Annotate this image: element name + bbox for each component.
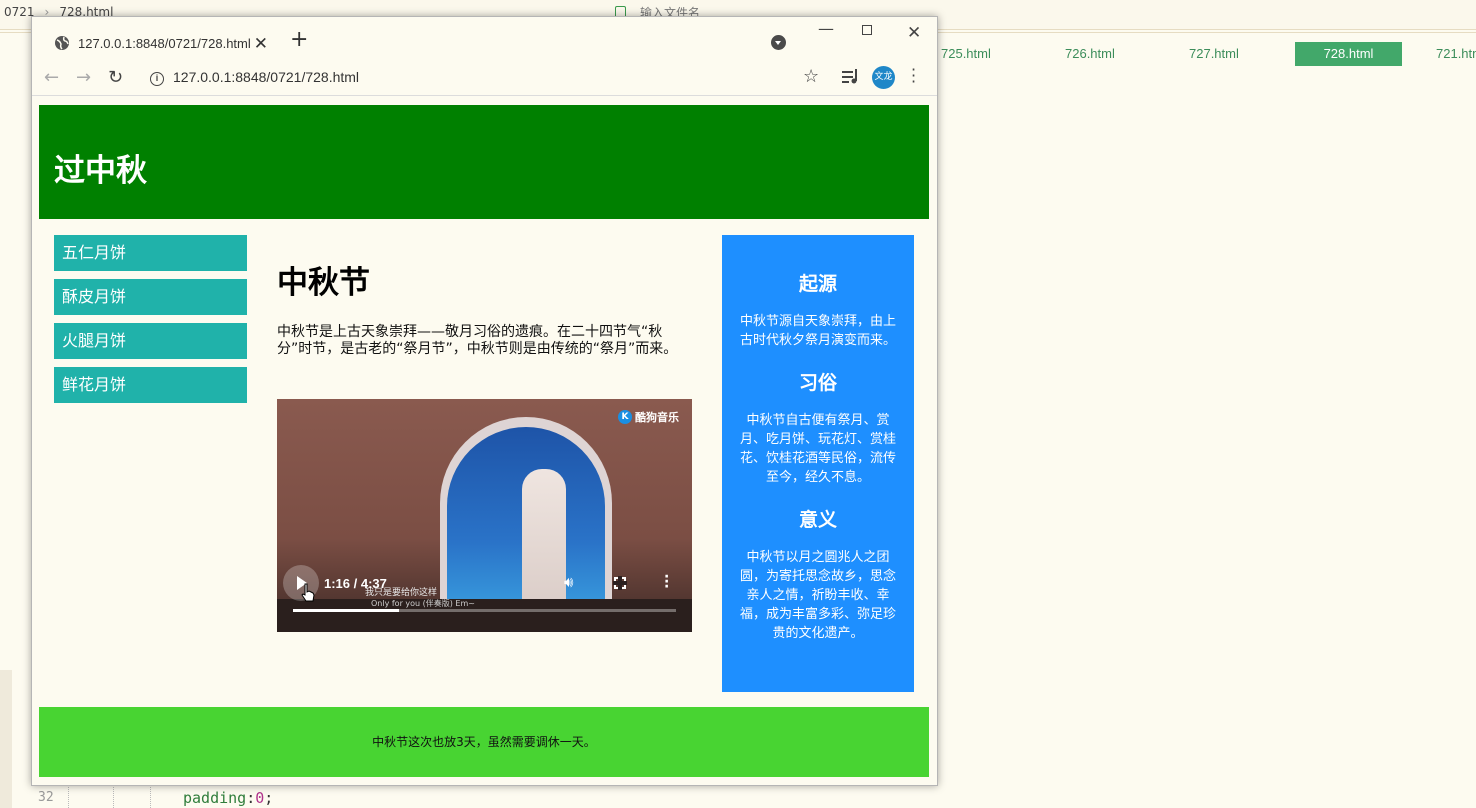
article-text: 中秋节是上古天象崇拜——敬月习俗的遗痕。在二十四节气“秋分”时节，是古老的“祭月… bbox=[277, 324, 678, 357]
code-semicolon: ; bbox=[264, 789, 274, 807]
video-progress-bar[interactable] bbox=[293, 609, 676, 612]
nav-item-supi[interactable]: 酥皮月饼 bbox=[54, 279, 247, 315]
aside-text-meaning: 中秋节以月之圆兆人之团圆，为寄托思念故乡，思念亲人之情，祈盼丰收、幸福，成为丰富… bbox=[739, 550, 896, 641]
aside-text-custom: 中秋节自古便有祭月、赏月、吃月饼、玩花灯、赏桂花、饮桂花酒等民俗，流传至今，经久… bbox=[739, 413, 896, 485]
ide-tab-725[interactable]: 725.html bbox=[941, 46, 991, 61]
tab-title: 127.0.0.1:8848/0721/728.html bbox=[78, 35, 251, 51]
aside-panel: 起源 中秋节源自天象崇拜，由上古时代秋夕祭月演变而来。 习俗 中秋节自古便有祭月… bbox=[722, 235, 914, 692]
reload-icon[interactable]: ↻ bbox=[108, 67, 123, 88]
kebab-menu-icon[interactable]: · · · bbox=[911, 62, 916, 90]
video-logo-text: 酷狗音乐 bbox=[635, 411, 679, 424]
window-close-icon[interactable]: ✕ bbox=[907, 23, 921, 43]
code-property: padding bbox=[183, 789, 247, 807]
info-icon[interactable]: i bbox=[150, 72, 164, 86]
nav-item-wuren[interactable]: 五仁月饼 bbox=[54, 235, 247, 271]
star-icon[interactable]: ☆ bbox=[803, 66, 819, 87]
ide-tab-727[interactable]: 727.html bbox=[1189, 46, 1239, 61]
fullscreen-icon[interactable] bbox=[613, 576, 627, 590]
address-bar[interactable]: 127.0.0.1:8848/0721/728.html bbox=[173, 69, 359, 85]
media-icon[interactable] bbox=[842, 69, 860, 85]
article-title: 中秋节 bbox=[277, 265, 370, 301]
video-progress-fill bbox=[293, 609, 399, 612]
browser-titlebar: 127.0.0.1:8848/0721/728.html ✕ + — ✕ bbox=[32, 17, 937, 61]
ide-breadcrumb-folder[interactable]: 0721 bbox=[4, 5, 35, 19]
kugou-logo-icon: K bbox=[618, 410, 632, 424]
line-number: 32 bbox=[38, 790, 54, 805]
page-title: 过中秋 bbox=[54, 153, 147, 189]
back-icon[interactable]: ← bbox=[44, 67, 59, 88]
aside-heading-origin: 起源 bbox=[798, 273, 837, 295]
video-logo: K 酷狗音乐 bbox=[618, 409, 679, 425]
video-time: 1:16 / 4:37 bbox=[324, 576, 387, 591]
globe-icon bbox=[55, 36, 69, 50]
maximize-icon[interactable] bbox=[862, 25, 872, 35]
browser-window: 127.0.0.1:8848/0721/728.html ✕ + — ✕ ← →… bbox=[31, 16, 938, 786]
ide-tab-728-active[interactable]: 728.html bbox=[1295, 42, 1402, 66]
video-singer bbox=[522, 469, 566, 619]
avatar[interactable]: 文龙 bbox=[872, 66, 895, 89]
code-value: 0 bbox=[255, 789, 265, 807]
volume-icon[interactable]: 🔊︎ bbox=[564, 573, 573, 591]
video-player[interactable]: K 酷狗音乐 我只是要给你这样 Only for you (伴奏版) Em~ 1… bbox=[277, 399, 692, 632]
close-icon[interactable]: ✕ bbox=[254, 34, 268, 54]
minimize-icon[interactable]: — bbox=[818, 19, 834, 38]
page-header: 过中秋 bbox=[39, 105, 929, 219]
side-nav: 五仁月饼 酥皮月饼 火腿月饼 鲜花月饼 bbox=[54, 235, 247, 411]
video-control-shade bbox=[277, 599, 692, 632]
nav-item-xianhua[interactable]: 鲜花月饼 bbox=[54, 367, 247, 403]
page-footer: 中秋节这次也放3天，虽然需要调休一天。 bbox=[39, 707, 929, 777]
ide-tab-726[interactable]: 726.html bbox=[1065, 46, 1115, 61]
tab-search-icon[interactable] bbox=[771, 35, 786, 50]
aside-heading-custom: 习俗 bbox=[798, 372, 837, 394]
plus-icon[interactable]: + bbox=[290, 29, 308, 51]
aside-heading-meaning: 意义 bbox=[798, 509, 837, 531]
ide-code-line: 32 padding:0; bbox=[0, 786, 1476, 808]
forward-icon[interactable]: → bbox=[76, 67, 91, 88]
ide-tab-721[interactable]: 721.html bbox=[1436, 46, 1476, 61]
page-viewport: 过中秋 五仁月饼 酥皮月饼 火腿月饼 鲜花月饼 中秋节 中秋节是上古天象崇拜——… bbox=[32, 97, 937, 785]
browser-tab[interactable]: 127.0.0.1:8848/0721/728.html ✕ bbox=[42, 25, 276, 61]
article: 中秋节 中秋节是上古天象崇拜——敬月习俗的遗痕。在二十四节气“秋分”时节，是古老… bbox=[277, 257, 697, 358]
browser-toolbar: ← → ↻ i 127.0.0.1:8848/0721/728.html ☆ 文… bbox=[32, 61, 937, 96]
video-lyric-line2: Only for you (伴奏版) Em~ bbox=[371, 599, 475, 608]
aside-text-origin: 中秋节源自天象崇拜，由上古时代秋夕祭月演变而来。 bbox=[739, 314, 896, 348]
video-more-icon[interactable]: · · · bbox=[664, 570, 669, 594]
code-colon: : bbox=[246, 789, 256, 807]
hand-cursor-icon bbox=[301, 583, 315, 602]
code-text[interactable]: padding:0; bbox=[183, 789, 273, 807]
nav-item-huotui[interactable]: 火腿月饼 bbox=[54, 323, 247, 359]
